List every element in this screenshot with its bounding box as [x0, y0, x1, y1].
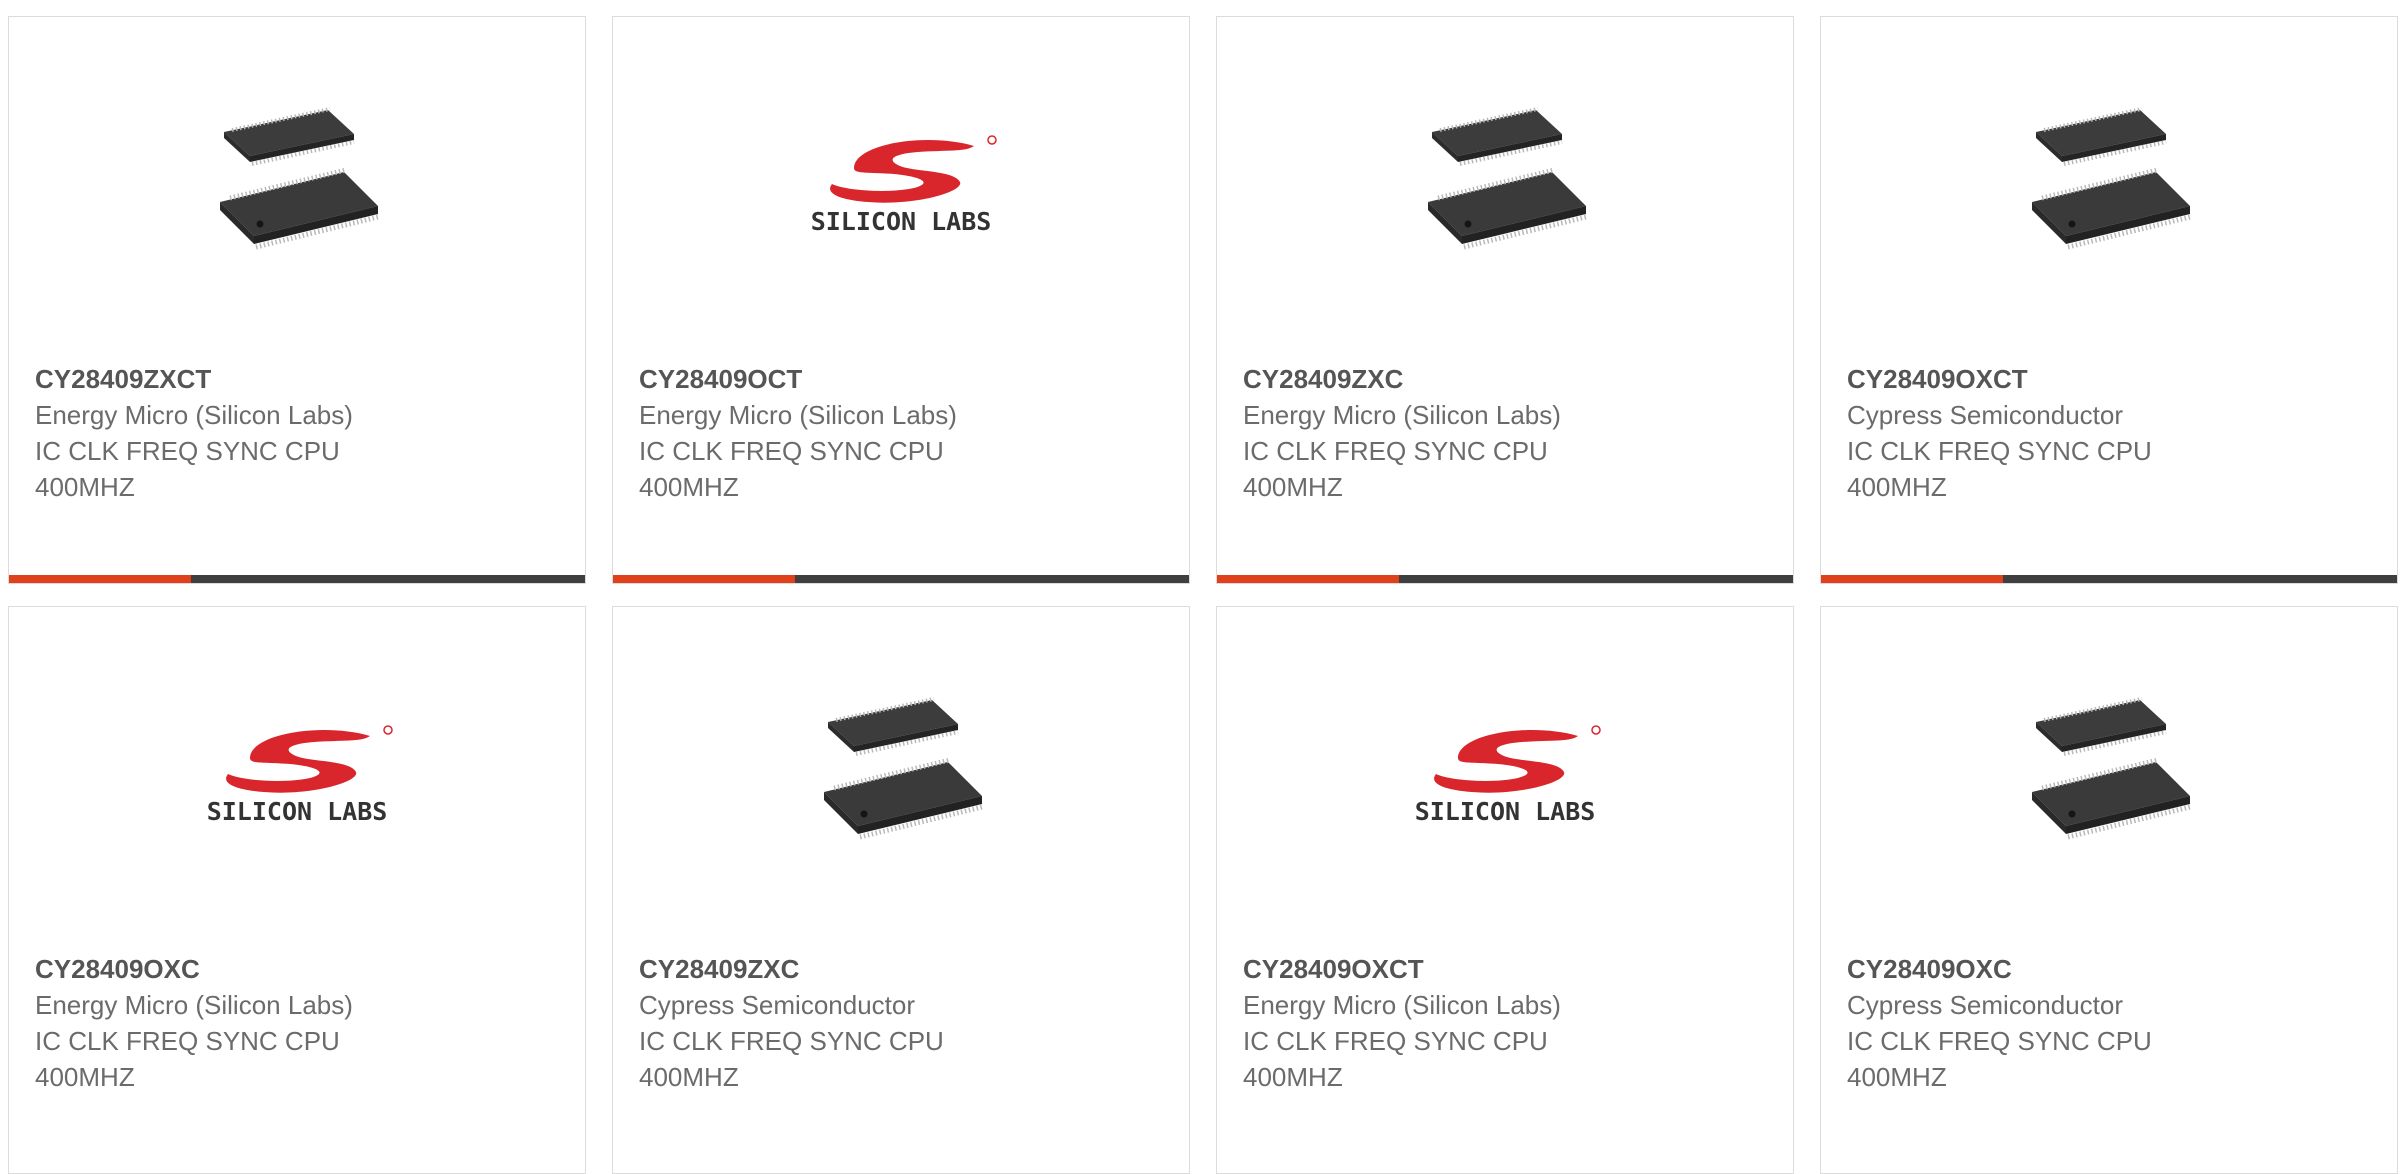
part-number[interactable]: CY28409OXCT — [1847, 361, 2377, 397]
part-number[interactable]: CY28409OCT — [639, 361, 1169, 397]
product-info: CY28409OXCT Cypress Semiconductor IC CLK… — [1847, 361, 2377, 505]
card-bottom-bar — [613, 575, 1189, 583]
description-frequency: 400MHZ — [639, 472, 739, 502]
product-info: CY28409OCT Energy Micro (Silicon Labs) I… — [639, 361, 1169, 505]
product-card[interactable]: CY28409OXCT Cypress Semiconductor IC CLK… — [1820, 16, 2398, 584]
description: IC CLK FREQ SYNC CPU — [1847, 1026, 2152, 1056]
description: IC CLK FREQ SYNC CPU — [35, 436, 340, 466]
card-bottom-bar — [1821, 575, 2397, 583]
description: IC CLK FREQ SYNC CPU — [1243, 1026, 1548, 1056]
card-bottom-bar — [1217, 575, 1793, 583]
description-frequency: 400MHZ — [1847, 472, 1947, 502]
product-card[interactable]: SILICON LABS CY28409OCT Energy Micro (Si… — [612, 16, 1190, 584]
card-bottom-bar — [9, 575, 585, 583]
chip-icon[interactable] — [2004, 677, 2214, 873]
card-accent-bar — [1217, 575, 1399, 583]
product-info: CY28409OXCT Energy Micro (Silicon Labs) … — [1243, 951, 1773, 1095]
product-info: CY28409ZXC Energy Micro (Silicon Labs) I… — [1243, 361, 1773, 505]
description: IC CLK FREQ SYNC CPU — [1847, 436, 2152, 466]
description-frequency: 400MHZ — [1847, 1062, 1947, 1092]
description-frequency: 400MHZ — [35, 1062, 135, 1092]
card-accent-bar — [1821, 575, 2003, 583]
product-card[interactable]: CY28409OXC Cypress Semiconductor IC CLK … — [1820, 606, 2398, 1174]
description: IC CLK FREQ SYNC CPU — [639, 1026, 944, 1056]
chip-icon[interactable] — [1400, 87, 1610, 283]
manufacturer: Energy Micro (Silicon Labs) — [1243, 990, 1561, 1020]
product-card[interactable]: SILICON LABS CY28409OXCT Energy Micro (S… — [1216, 606, 1794, 1174]
chip-icon[interactable] — [796, 677, 1006, 873]
product-info: CY28409ZXC Cypress Semiconductor IC CLK … — [639, 951, 1169, 1095]
part-number[interactable]: CY28409OXC — [1847, 951, 2377, 987]
description: IC CLK FREQ SYNC CPU — [639, 436, 944, 466]
logo-text: SILICON LABS — [1415, 797, 1596, 826]
product-info: CY28409OXC Cypress Semiconductor IC CLK … — [1847, 951, 2377, 1095]
product-grid: CY28409ZXCT Energy Micro (Silicon Labs) … — [8, 16, 2398, 1174]
product-card[interactable]: CY28409ZXCT Energy Micro (Silicon Labs) … — [8, 16, 586, 584]
product-card[interactable]: CY28409ZXC Cypress Semiconductor IC CLK … — [612, 606, 1190, 1174]
description: IC CLK FREQ SYNC CPU — [35, 1026, 340, 1056]
silicon-labs-logo[interactable]: SILICON LABS — [192, 677, 402, 873]
part-number[interactable]: CY28409ZXC — [1243, 361, 1773, 397]
manufacturer: Cypress Semiconductor — [1847, 990, 2123, 1020]
silicon-labs-logo[interactable]: SILICON LABS — [1400, 677, 1610, 873]
manufacturer: Energy Micro (Silicon Labs) — [1243, 400, 1561, 430]
manufacturer: Energy Micro (Silicon Labs) — [35, 400, 353, 430]
part-number[interactable]: CY28409ZXC — [639, 951, 1169, 987]
description: IC CLK FREQ SYNC CPU — [1243, 436, 1548, 466]
part-number[interactable]: CY28409OXC — [35, 951, 565, 987]
chip-icon[interactable] — [192, 87, 402, 283]
description-frequency: 400MHZ — [1243, 472, 1343, 502]
description-frequency: 400MHZ — [35, 472, 135, 502]
description-frequency: 400MHZ — [639, 1062, 739, 1092]
product-card[interactable]: SILICON LABS CY28409OXC Energy Micro (Si… — [8, 606, 586, 1174]
product-card[interactable]: CY28409ZXC Energy Micro (Silicon Labs) I… — [1216, 16, 1794, 584]
part-number[interactable]: CY28409OXCT — [1243, 951, 1773, 987]
product-info: CY28409ZXCT Energy Micro (Silicon Labs) … — [35, 361, 565, 505]
manufacturer: Energy Micro (Silicon Labs) — [35, 990, 353, 1020]
product-info: CY28409OXC Energy Micro (Silicon Labs) I… — [35, 951, 565, 1095]
card-accent-bar — [613, 575, 795, 583]
manufacturer: Energy Micro (Silicon Labs) — [639, 400, 957, 430]
logo-text: SILICON LABS — [207, 797, 388, 826]
manufacturer: Cypress Semiconductor — [1847, 400, 2123, 430]
description-frequency: 400MHZ — [1243, 1062, 1343, 1092]
chip-icon[interactable] — [2004, 87, 2214, 283]
logo-text: SILICON LABS — [811, 207, 992, 236]
manufacturer: Cypress Semiconductor — [639, 990, 915, 1020]
card-accent-bar — [9, 575, 191, 583]
silicon-labs-logo[interactable]: SILICON LABS — [796, 87, 1006, 283]
part-number[interactable]: CY28409ZXCT — [35, 361, 565, 397]
